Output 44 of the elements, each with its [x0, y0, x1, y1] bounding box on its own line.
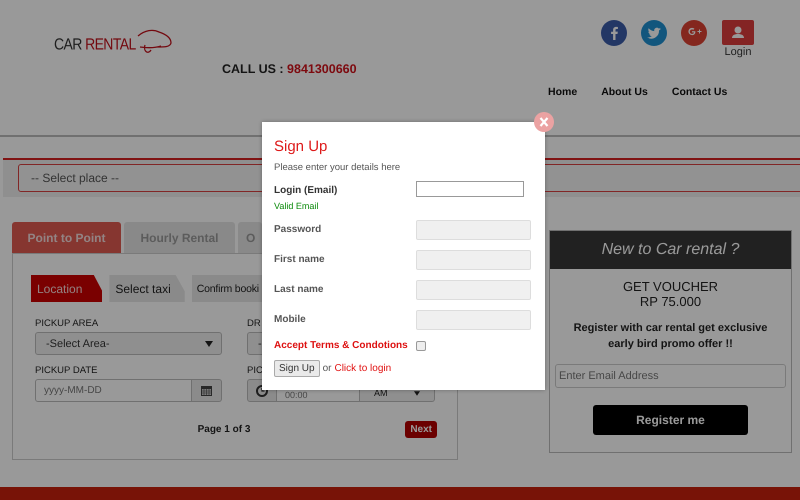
field-label: PICKUP DATE: [35, 365, 98, 376]
promo-title: New to Car rental ?: [550, 231, 791, 269]
login-link[interactable]: Click to login: [334, 363, 392, 374]
voucher-text: GET VOUCHER: [622, 279, 718, 294]
nav-link[interactable]: About Us: [601, 86, 648, 98]
sign-up-button[interactable]: Sign Up: [274, 360, 320, 377]
step-tab[interactable]: Select taxi: [109, 275, 185, 302]
page-indicator: Page 1 of 3: [198, 424, 250, 435]
register-button[interactable]: Register me: [593, 405, 748, 435]
field-label: DR: [247, 318, 261, 329]
field-label: Mobile: [274, 314, 307, 325]
call-us-text: CALL US : 9841300660: [222, 62, 358, 76]
promo-text: Register with car rental get exclusive early bird promo offer !!: [572, 321, 768, 352]
google-plus-icon[interactable]: [681, 20, 707, 46]
login-link[interactable]: Login: [724, 46, 752, 58]
date-field[interactable]: yyyy-MM-DD: [35, 379, 192, 402]
field-label: Last name: [274, 284, 324, 295]
validation-hint: Valid Email: [274, 201, 320, 211]
or-text: or: [322, 363, 332, 374]
twitter-icon[interactable]: [641, 20, 667, 46]
dialog-subtitle: Please enter your details here: [274, 162, 402, 173]
terms-label: Accept Terms & Condotions: [274, 340, 408, 351]
area-select[interactable]: -Select Area-: [35, 332, 222, 355]
terms-checkbox[interactable]: [416, 340, 426, 350]
calendar-icon: [201, 385, 212, 396]
field-label: PIC: [247, 365, 263, 376]
field-label: First name: [274, 254, 326, 265]
nav-link[interactable]: Contact Us: [672, 86, 728, 98]
user-icon[interactable]: [722, 20, 754, 45]
facebook-icon[interactable]: [601, 20, 627, 46]
next-button[interactable]: Next: [405, 421, 437, 438]
caret-icon: [205, 340, 213, 346]
field-label: Password: [274, 224, 322, 235]
field-label: Login (Email): [274, 185, 338, 196]
email-field[interactable]: Enter Email Address: [555, 364, 786, 388]
voucher-amount: RP 75.000: [640, 294, 702, 309]
input-field[interactable]: [416, 181, 524, 197]
nav-link[interactable]: Home: [548, 86, 578, 98]
dialog-title: Sign Up: [274, 138, 328, 155]
step-tab[interactable]: Location: [31, 275, 102, 302]
field-label: PICKUP AREA: [35, 318, 98, 329]
close-icon[interactable]: [534, 112, 554, 132]
calendar-button[interactable]: [192, 379, 222, 402]
logo-text: CAR RENTAL: [54, 34, 136, 54]
